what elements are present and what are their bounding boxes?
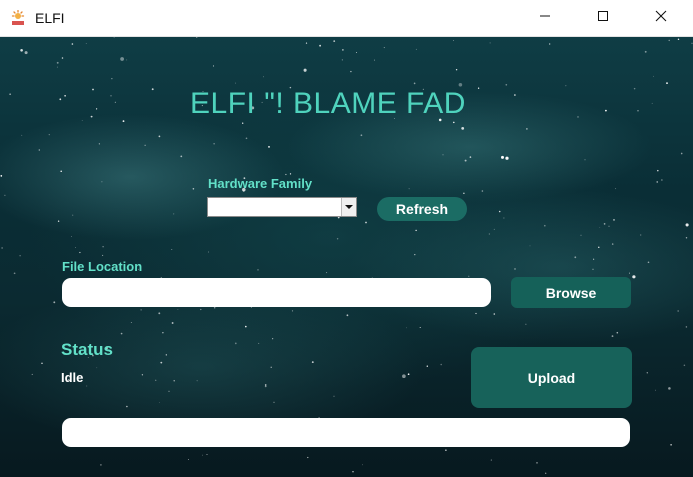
maximize-button[interactable]	[574, 0, 632, 36]
close-icon	[655, 9, 667, 27]
file-location-label: File Location	[62, 259, 143, 274]
title-bar: ELFI	[0, 0, 693, 37]
app-heading: ELFI "! BLAME FAD	[190, 87, 466, 120]
hardware-family-select[interactable]	[207, 197, 357, 217]
minimize-icon	[539, 9, 551, 27]
upload-progress-bar	[62, 418, 630, 447]
upload-button[interactable]: Upload	[471, 347, 632, 408]
status-text: Idle	[61, 370, 84, 385]
refresh-button[interactable]: Refresh	[377, 197, 467, 221]
browse-button[interactable]: Browse	[511, 277, 631, 308]
hardware-family-label: Hardware Family	[208, 176, 313, 191]
elfi-app-icon	[10, 9, 26, 26]
dropdown-arrow-icon[interactable]	[341, 198, 356, 216]
file-location-input[interactable]	[62, 278, 491, 307]
minimize-button[interactable]	[516, 0, 574, 36]
main-panel: ELFI "! BLAME FAD Hardware Family Refres…	[0, 37, 693, 477]
status-label: Status	[61, 340, 113, 359]
app-window: ELFI ELFI "! BLAME FAD Hardware Family R…	[0, 0, 693, 477]
close-button[interactable]	[632, 0, 690, 36]
window-title: ELFI	[35, 10, 65, 26]
maximize-icon	[597, 9, 609, 27]
